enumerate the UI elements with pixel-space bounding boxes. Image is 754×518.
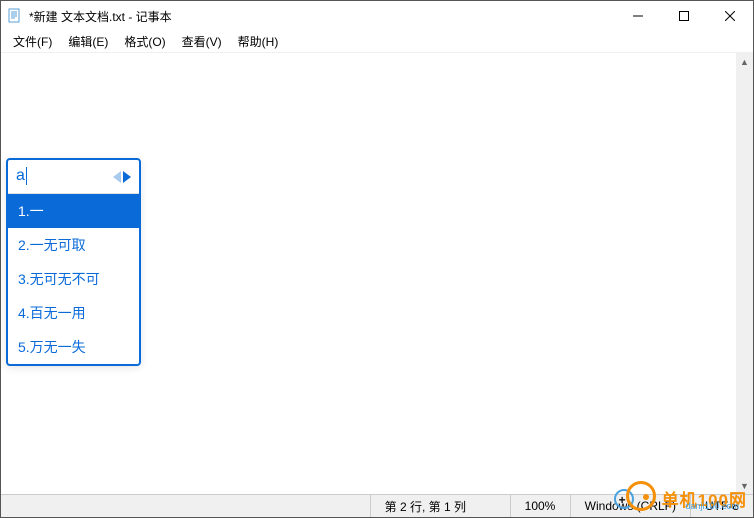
menu-file[interactable]: 文件(F)	[5, 31, 60, 52]
ime-next-page-icon[interactable]	[123, 171, 131, 183]
status-cursor-position: 第 2 行, 第 1 列	[370, 495, 510, 517]
menu-view[interactable]: 查看(V)	[174, 31, 230, 52]
ime-candidate-4[interactable]: 4.百无一用	[8, 296, 139, 330]
maximize-button[interactable]	[661, 1, 707, 31]
ime-input-value: a	[16, 168, 25, 185]
ime-candidate-2[interactable]: 2.一无可取	[8, 228, 139, 262]
ime-prev-page-icon[interactable]	[113, 171, 121, 183]
ime-candidate-1[interactable]: 1.一	[8, 194, 139, 228]
close-button[interactable]	[707, 1, 753, 31]
watermark: + 单机100网 danji100.com	[614, 481, 747, 515]
vertical-scrollbar[interactable]: ▲ ▼	[736, 53, 753, 494]
scroll-up-icon[interactable]: ▲	[736, 53, 753, 70]
ime-candidate-3[interactable]: 3.无可无不可	[8, 262, 139, 296]
ime-candidate-window: a 1.一 2.一无可取 3.无可无不可 4.百无一用 5.万无一失	[6, 158, 141, 366]
ime-caret-icon	[26, 167, 27, 185]
menu-edit[interactable]: 编辑(E)	[60, 31, 116, 52]
title-bar: *新建 文本文档.txt - 记事本	[1, 1, 753, 31]
menu-format[interactable]: 格式(O)	[116, 31, 173, 52]
window-controls	[615, 1, 753, 31]
app-icon	[7, 8, 23, 24]
ime-candidate-5[interactable]: 5.万无一失	[8, 330, 139, 364]
editor-area: ▲ ▼ a 1.一 2.一无可取 3.无可无不可 4.百无一用 5.万无一失	[1, 52, 753, 494]
menu-bar: 文件(F) 编辑(E) 格式(O) 查看(V) 帮助(H)	[1, 31, 753, 52]
ime-candidate-list: 1.一 2.一无可取 3.无可无不可 4.百无一用 5.万无一失	[8, 194, 139, 364]
minimize-button[interactable]	[615, 1, 661, 31]
ime-page-arrows	[113, 171, 131, 183]
menu-help[interactable]: 帮助(H)	[230, 31, 287, 52]
watermark-logo-icon: +	[614, 481, 656, 515]
status-zoom: 100%	[510, 495, 570, 517]
notepad-window: *新建 文本文档.txt - 记事本 文件(F) 编辑(E) 格式(O) 查看(…	[0, 0, 754, 518]
ime-input-text: a	[16, 167, 113, 185]
window-title: *新建 文本文档.txt - 记事本	[29, 8, 172, 25]
ime-input-row: a	[8, 160, 139, 194]
watermark-subtext: danji100.com	[685, 501, 739, 511]
